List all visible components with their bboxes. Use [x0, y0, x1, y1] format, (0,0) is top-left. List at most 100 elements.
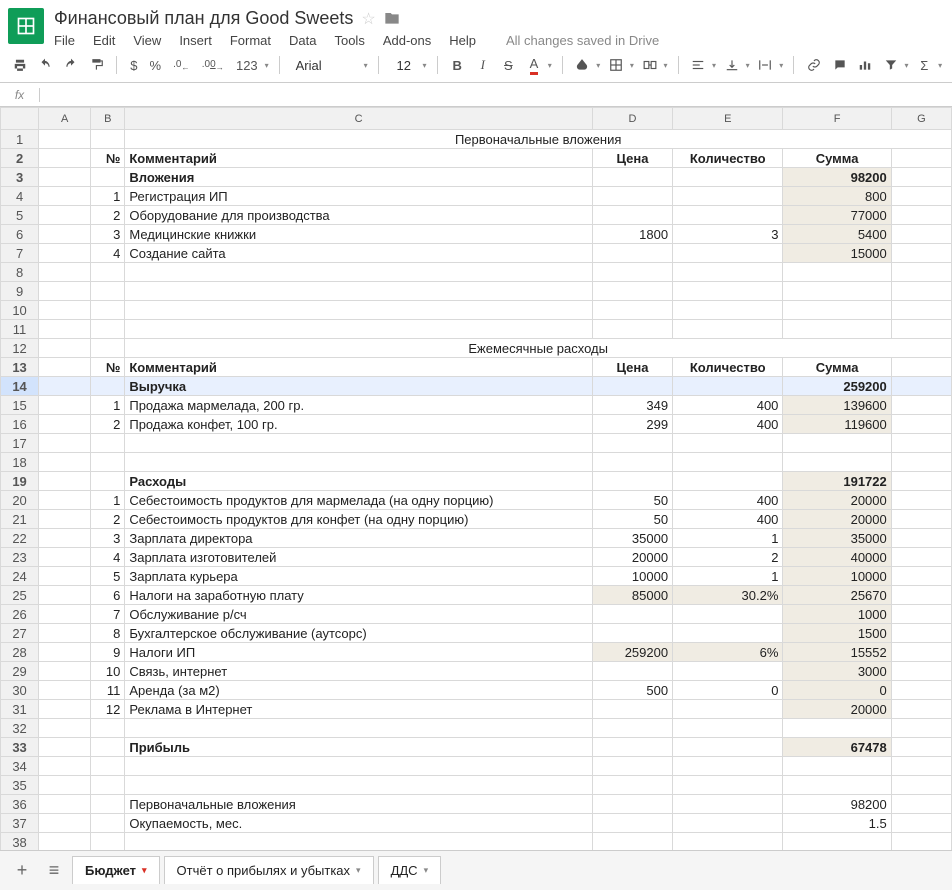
grid-row[interactable]: 13№КомментарийЦенаКоличествоСумма [1, 358, 952, 377]
cell[interactable]: Реклама в Интернет [125, 700, 592, 719]
cell[interactable] [39, 662, 91, 681]
cell[interactable] [91, 301, 125, 320]
cell[interactable]: 4 [91, 244, 125, 263]
cell[interactable]: Первоначальные вложения [125, 795, 592, 814]
grid-row[interactable]: 38 [1, 833, 952, 852]
cell[interactable] [39, 320, 91, 339]
cell[interactable] [39, 225, 91, 244]
grid-row[interactable]: 267Обслуживание р/сч1000 [1, 605, 952, 624]
cell[interactable] [891, 510, 951, 529]
chevron-down-icon[interactable]: ▾ [630, 61, 634, 70]
redo-icon[interactable] [61, 54, 81, 76]
cell[interactable] [125, 776, 592, 795]
row-header[interactable]: 6 [1, 225, 39, 244]
cell[interactable]: 20000 [783, 491, 891, 510]
grid-row[interactable]: 11 [1, 320, 952, 339]
cell[interactable] [39, 529, 91, 548]
cell[interactable] [673, 662, 783, 681]
select-all-corner[interactable] [1, 108, 39, 130]
cell[interactable] [592, 282, 672, 301]
cell[interactable] [125, 320, 592, 339]
cell[interactable] [592, 719, 672, 738]
cell[interactable]: 30.2% [673, 586, 783, 605]
chevron-down-icon[interactable]: ▾ [142, 865, 147, 876]
cell[interactable]: 15000 [783, 244, 891, 263]
cell[interactable]: Продажа мармелада, 200 гр. [125, 396, 592, 415]
cell[interactable] [673, 624, 783, 643]
cell[interactable] [125, 434, 592, 453]
chevron-down-icon[interactable]: ▾ [548, 61, 552, 70]
cell[interactable]: 1.5 [783, 814, 891, 833]
row-header[interactable]: 33 [1, 738, 39, 757]
cell[interactable] [592, 301, 672, 320]
cell[interactable]: Зарплата директора [125, 529, 592, 548]
cell[interactable]: 8 [91, 624, 125, 643]
cell[interactable] [39, 453, 91, 472]
cell[interactable]: 259200 [783, 377, 891, 396]
chevron-down-icon[interactable]: ▾ [422, 61, 426, 70]
cell[interactable]: 400 [673, 491, 783, 510]
cell[interactable]: Сумма [783, 358, 891, 377]
cell[interactable] [673, 187, 783, 206]
paint-format-icon[interactable] [87, 54, 107, 76]
grid-row[interactable]: 8 [1, 263, 952, 282]
cell[interactable] [891, 567, 951, 586]
cell[interactable] [39, 149, 91, 168]
cell[interactable] [891, 719, 951, 738]
doc-title[interactable]: Финансовый план для Good Sweets [54, 8, 353, 29]
cell[interactable]: 15552 [783, 643, 891, 662]
cell[interactable] [39, 510, 91, 529]
grid-row[interactable]: 12Ежемесячные расходы [1, 339, 952, 358]
cell[interactable] [39, 567, 91, 586]
fx-label[interactable]: fx [0, 88, 40, 102]
cell[interactable] [592, 605, 672, 624]
menu-format[interactable]: Format [230, 33, 271, 48]
cell[interactable]: № [91, 358, 125, 377]
cell[interactable]: 0 [673, 681, 783, 700]
cell[interactable] [39, 263, 91, 282]
row-header[interactable]: 21 [1, 510, 39, 529]
grid-row[interactable]: 234Зарплата изготовителей20000240000 [1, 548, 952, 567]
cell[interactable]: Создание сайта [125, 244, 592, 263]
section-title[interactable]: Первоначальные вложения [125, 130, 952, 149]
cell[interactable] [39, 244, 91, 263]
cell[interactable]: Регистрация ИП [125, 187, 592, 206]
cell[interactable] [673, 605, 783, 624]
cell[interactable] [125, 282, 592, 301]
cell[interactable] [673, 719, 783, 738]
cell[interactable]: 35000 [592, 529, 672, 548]
cell[interactable]: 500 [592, 681, 672, 700]
cell[interactable]: 119600 [783, 415, 891, 434]
cell[interactable]: Количество [673, 149, 783, 168]
strikethrough-button[interactable]: S [499, 54, 519, 76]
cell[interactable] [783, 453, 891, 472]
cell[interactable] [673, 738, 783, 757]
cell[interactable] [891, 738, 951, 757]
cell[interactable]: 5 [91, 567, 125, 586]
cell[interactable]: 1500 [783, 624, 891, 643]
cell[interactable] [891, 548, 951, 567]
grid-row[interactable]: 3011Аренда (за м2)50000 [1, 681, 952, 700]
cell[interactable]: 0 [783, 681, 891, 700]
cell[interactable] [592, 776, 672, 795]
cell[interactable]: 1 [673, 529, 783, 548]
cell[interactable]: 35000 [783, 529, 891, 548]
cell[interactable] [91, 795, 125, 814]
chevron-down-icon[interactable]: ▾ [746, 61, 750, 70]
borders-icon[interactable] [606, 54, 626, 76]
cell[interactable]: № [91, 149, 125, 168]
cell[interactable]: Комментарий [125, 149, 592, 168]
col-header[interactable]: E [673, 108, 783, 130]
row-header[interactable]: 9 [1, 282, 39, 301]
section-title[interactable]: Ежемесячные расходы [125, 339, 952, 358]
row-header[interactable]: 10 [1, 301, 39, 320]
cell[interactable]: Расходы [125, 472, 592, 491]
row-header[interactable]: 37 [1, 814, 39, 833]
cell[interactable] [673, 206, 783, 225]
cell[interactable] [783, 282, 891, 301]
grid-row[interactable]: 256Налоги на заработную плату8500030.2%2… [1, 586, 952, 605]
cell[interactable] [891, 833, 951, 852]
row-header[interactable]: 19 [1, 472, 39, 491]
functions-icon[interactable]: Σ [915, 54, 935, 76]
insert-link-icon[interactable] [804, 54, 824, 76]
